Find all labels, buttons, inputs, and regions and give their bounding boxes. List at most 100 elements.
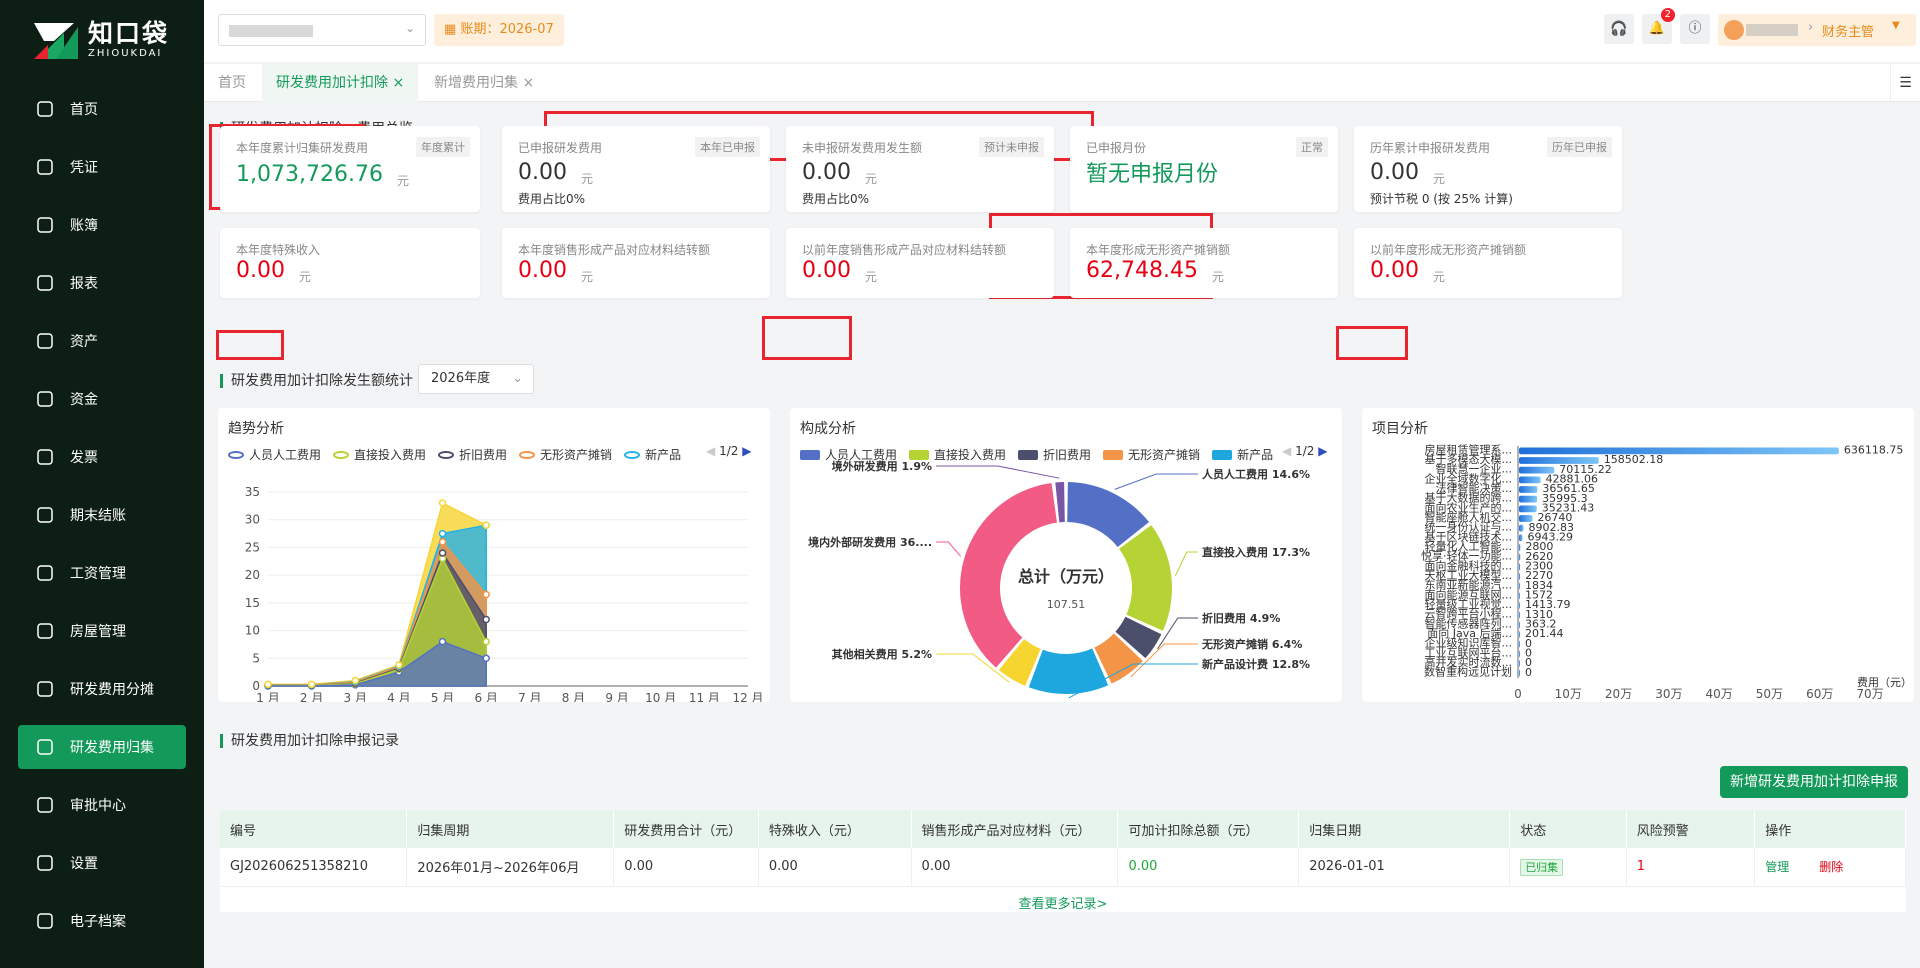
- tab-rd-deduction[interactable]: 研发费用加计扣除 ×: [262, 64, 419, 102]
- tab-menu-icon[interactable]: ☰: [1890, 64, 1920, 102]
- tab-home[interactable]: 首页: [204, 64, 260, 102]
- tab-new-collection[interactable]: 新增费用归集 ×: [420, 64, 548, 102]
- data-point: [395, 661, 403, 669]
- sidebar-item-6[interactable]: 发票: [0, 428, 204, 486]
- summary-card: 历年累计申报研发费用 历年已申报 0.00 元预计节税 0 (按 25% 计算): [1354, 126, 1622, 212]
- column-header: 状态: [1509, 810, 1627, 848]
- card-label: 未申报研发费用发生额: [802, 141, 923, 155]
- user-menu[interactable]: › 财务主管 ▼: [1718, 14, 1916, 46]
- category-label: 数智重构远见计划: [1424, 665, 1512, 679]
- main-content: 研发费用加计扣除 - 费用总览 研发费用加计扣除发生额统计 2026年度 ⌄ 趋…: [204, 102, 1920, 968]
- brand-logo[interactable]: 知口袋 ZHIOUKDAI: [34, 20, 169, 60]
- close-icon[interactable]: ×: [522, 75, 534, 91]
- x-tick-label: 4 月: [387, 691, 410, 702]
- sidebar-item-4[interactable]: 资产: [0, 312, 204, 370]
- role-label: 财务主管: [1822, 25, 1875, 40]
- x-tick-label: 40万: [1706, 687, 1733, 701]
- label-line: [1114, 473, 1198, 490]
- summary-card: 本年度形成无形资产摊销额 62,748.45 元: [1070, 228, 1338, 298]
- project-chart-card: 项目分析 0 10万 20万 30万 40万 50万 60万 70万 费用（元） 房屋租赁管理系.…: [1362, 408, 1914, 702]
- composition-chart-card: 构成分析 人员人工费用 直接投入费用 折旧费用 无形资产摊销 新产品 ◀ 1/2 ▶ 人…: [790, 408, 1342, 702]
- summary-card: 以前年度形成无形资产摊销额 0.00 元: [1354, 228, 1622, 298]
- sidebar-item-14[interactable]: 电子档案: [0, 892, 204, 950]
- y-tick-label: 5: [252, 651, 260, 665]
- card-unit: 元: [580, 172, 593, 186]
- collection-icon: [34, 736, 56, 758]
- card-tag: 预计未申报: [979, 137, 1044, 157]
- delete-link[interactable]: 删除: [1819, 860, 1843, 874]
- highlight-box: [216, 330, 284, 360]
- x-tick-label: 8 月: [562, 691, 585, 702]
- x-tick-label: 10 月: [645, 691, 676, 702]
- sidebar-item-label: 首页: [70, 102, 98, 118]
- sidebar-item-2[interactable]: 账簿: [0, 196, 204, 254]
- ledger-icon: [34, 214, 56, 236]
- x-tick-label: 10万: [1555, 687, 1582, 701]
- data-point: [438, 549, 447, 557]
- label-line: [936, 541, 962, 557]
- company-select[interactable]: ⌄: [218, 14, 426, 46]
- card-label: 已申报月份: [1086, 141, 1147, 155]
- data-point: [438, 529, 447, 538]
- info-button[interactable]: ⓘ: [1680, 14, 1710, 44]
- data-point: [307, 680, 316, 689]
- sidebar-item-1[interactable]: 凭证: [0, 138, 204, 196]
- cell-risk: 1: [1626, 848, 1756, 887]
- project-bar: [1519, 573, 1521, 580]
- sidebar-item-5[interactable]: 资金: [0, 370, 204, 428]
- card-unit: 元: [1432, 172, 1445, 186]
- notification-badge: 2: [1660, 8, 1675, 22]
- project-bar: [1519, 592, 1520, 600]
- tab-bar: 首页 研发费用加计扣除 × 新增费用归集 × ☰: [204, 64, 1920, 102]
- y-tick-label: 10: [245, 624, 260, 638]
- sidebar-item-12[interactable]: 审批中心: [0, 776, 204, 834]
- sidebar-item-11[interactable]: 研发费用归集: [18, 725, 186, 769]
- slice-label: 新产品设计费 12.8%: [1202, 657, 1310, 671]
- card-unit: 元: [580, 270, 593, 284]
- highlight-box: [762, 316, 852, 360]
- allocation-icon: [34, 678, 56, 700]
- sidebar-item-3[interactable]: 报表: [0, 254, 204, 312]
- bell-icon: 🔔: [1648, 21, 1666, 36]
- x-tick-label: 0: [1514, 687, 1522, 701]
- sidebar-item-13[interactable]: 设置: [0, 834, 204, 892]
- sidebar-item-7[interactable]: 期末结账: [0, 486, 204, 544]
- sidebar-item-0[interactable]: 首页: [0, 80, 204, 138]
- accounting-period[interactable]: ▦ 账期：2026-07: [434, 14, 564, 46]
- year-select[interactable]: 2026年度 ⌄: [418, 364, 534, 394]
- sidebar-item-9[interactable]: 房屋管理: [0, 602, 204, 660]
- pie-center-value: 107.51: [1047, 598, 1086, 611]
- y-tick-label: 35: [245, 485, 260, 499]
- project-bar: [1519, 447, 1839, 455]
- column-header: 编号: [220, 810, 408, 848]
- sidebar-item-8[interactable]: 工资管理: [0, 544, 204, 602]
- sidebar-item-label: 研发费用归集: [70, 740, 154, 756]
- cell-total: 0.00: [613, 848, 759, 887]
- cell-date: 2026-01-01: [1298, 848, 1511, 887]
- close-icon[interactable]: ×: [392, 75, 404, 91]
- bar-value-label: 636118.75: [1844, 444, 1904, 457]
- summary-card: 未申报研发费用发生额 预计未申报 0.00 元费用占比0%: [786, 126, 1054, 212]
- headset-button[interactable]: 🎧: [1604, 14, 1634, 44]
- x-tick-label: 11 月: [689, 691, 720, 702]
- add-declaration-button[interactable]: 新增研发费用加计扣除申报: [1720, 766, 1908, 798]
- brand-name-en: ZHIOUKDAI: [88, 48, 163, 59]
- label-line: [1174, 551, 1198, 577]
- archive-icon: [34, 910, 56, 932]
- sidebar-item-10[interactable]: 研发费用分摊: [0, 660, 204, 718]
- closing-icon: [34, 504, 56, 526]
- settings-icon: [34, 852, 56, 874]
- slice-label: 折旧费用 4.9%: [1202, 611, 1280, 625]
- view-more-link[interactable]: 查看更多记录>: [220, 893, 1906, 912]
- slice-label: 境内外部研发费用 36....: [808, 535, 932, 549]
- data-point: [482, 654, 490, 663]
- sidebar-nav: 首页凭证 账簿 报表 资产 资金 发票 期末结账 工资管理 房屋管理 研发费用分摊研发费用归集审批…: [0, 80, 204, 950]
- notification-button[interactable]: 🔔 2: [1642, 8, 1675, 44]
- project-bar: [1519, 669, 1520, 677]
- summary-card: 已申报研发费用 本年已申报 0.00 元费用占比0%: [502, 126, 770, 212]
- summary-card: 本年度销售形成产品对应材料结转额 0.00 元: [502, 228, 770, 298]
- x-tick-label: 9 月: [605, 691, 628, 702]
- data-point: [482, 637, 490, 646]
- manage-link[interactable]: 管理: [1765, 860, 1789, 874]
- card-label: 本年度累计归集研发费用: [236, 141, 369, 155]
